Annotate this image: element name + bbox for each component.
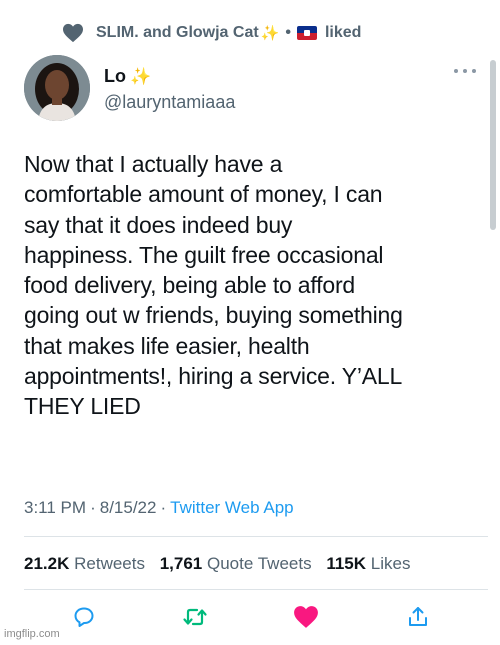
- retweets-label: Retweets: [74, 554, 145, 573]
- retweets-count: 21.2K: [24, 554, 70, 573]
- heart-icon: [63, 23, 83, 43]
- tweet-time[interactable]: 3:11 PM: [24, 498, 86, 517]
- divider: [24, 536, 488, 537]
- likers-label: SLIM. and Glowja Cat: [96, 24, 259, 41]
- name-sparkle-emoji: ✨: [130, 67, 152, 86]
- tweet-meta: 3:11 PM · 8/15/22 · Twitter Web App: [24, 498, 294, 518]
- liked-label: liked: [324, 24, 362, 41]
- haiti-flag-icon: [296, 26, 317, 40]
- meta-separator: ·: [90, 498, 96, 517]
- quote-tweets-label: Quote Tweets: [207, 554, 312, 573]
- social-context[interactable]: SLIM. and Glowja Cat ✨ • liked: [62, 20, 361, 46]
- watermark: imgflip.com: [4, 628, 60, 640]
- tweet-stats: 21.2K Retweets 1,761 Quote Tweets 115K L…: [24, 554, 420, 574]
- tweet-source-link[interactable]: Twitter Web App: [170, 498, 293, 517]
- separator-dot: •: [285, 24, 291, 41]
- retweet-button[interactable]: [181, 603, 209, 631]
- tweet-page: SLIM. and Glowja Cat ✨ • liked Lo ✨ @laur…: [0, 0, 500, 645]
- like-button[interactable]: [292, 603, 320, 631]
- share-button[interactable]: [404, 603, 432, 631]
- divider: [24, 589, 488, 590]
- tweet-date[interactable]: 8/15/22: [100, 498, 157, 517]
- share-icon: [409, 607, 427, 626]
- like-icon: [294, 606, 318, 628]
- reply-button[interactable]: [70, 603, 98, 631]
- likes-stat[interactable]: 115K Likes: [326, 554, 410, 573]
- tweet-text: Now that I actually have a comfortable a…: [24, 151, 403, 420]
- quote-tweets-stat[interactable]: 1,761 Quote Tweets: [160, 554, 312, 573]
- likes-label: Likes: [370, 554, 411, 573]
- more-icon[interactable]: [454, 66, 476, 76]
- likes-count: 115K: [326, 554, 367, 573]
- quote-tweets-count: 1,761: [159, 554, 203, 573]
- avatar[interactable]: [24, 55, 90, 121]
- reply-icon: [74, 607, 94, 627]
- display-name[interactable]: Lo ✨: [104, 66, 151, 87]
- scrollbar[interactable]: [490, 60, 496, 230]
- user-handle[interactable]: @lauryntamiaaa: [104, 92, 235, 113]
- sparkle-emoji: ✨: [260, 25, 280, 42]
- retweets-stat[interactable]: 21.2K Retweets: [24, 554, 145, 573]
- retweet-icon: [183, 608, 207, 626]
- display-name-text: Lo: [104, 66, 126, 86]
- meta-separator-2: ·: [160, 498, 167, 517]
